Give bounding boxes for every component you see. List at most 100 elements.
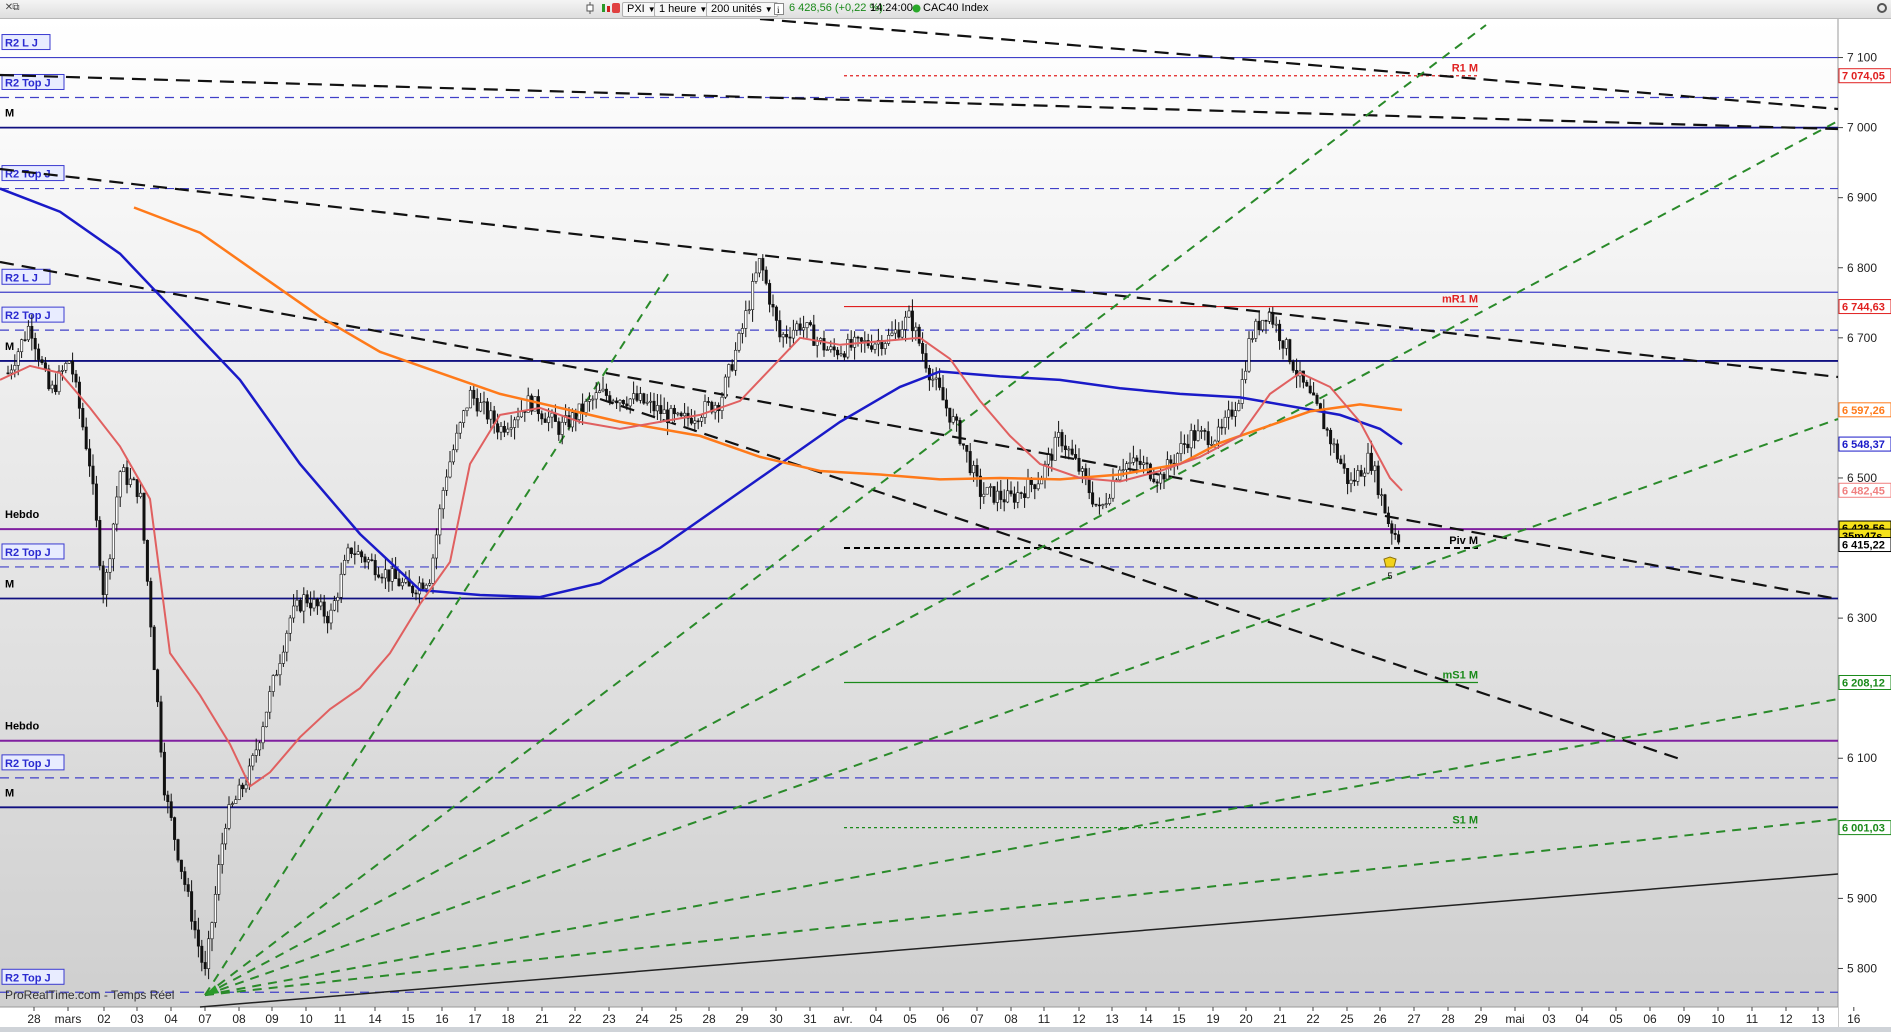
- svg-text:6 744,63: 6 744,63: [1842, 302, 1885, 314]
- svg-text:Hebdo: Hebdo: [5, 509, 40, 521]
- x-tick-label: 30: [769, 1012, 783, 1026]
- candle: [992, 486, 996, 505]
- svg-text:R2 L J: R2 L J: [5, 38, 38, 50]
- level-label: M: [5, 787, 14, 799]
- x-tick-label: 15: [401, 1012, 415, 1026]
- candle: [1376, 460, 1380, 499]
- x-tick-label: 02: [97, 1012, 111, 1026]
- candle: [985, 486, 989, 495]
- x-tick-label: 13: [1105, 1012, 1119, 1026]
- price-tag: 6 597,26: [1838, 402, 1891, 418]
- x-tick-label: 24: [635, 1012, 649, 1026]
- candle: [1148, 462, 1152, 482]
- x-tick-label: 27: [1407, 1012, 1421, 1026]
- x-tick-label: 12: [1072, 1012, 1086, 1026]
- x-tick-label: 31: [803, 1012, 817, 1026]
- y-tick-label: 6 100: [1847, 751, 1877, 765]
- x-tick-label: 06: [936, 1012, 950, 1026]
- candle: [159, 695, 163, 758]
- x-tick-label: 03: [130, 1012, 144, 1026]
- svg-text:6 597,26: 6 597,26: [1842, 405, 1885, 417]
- svg-text:7 074,05: 7 074,05: [1842, 71, 1885, 83]
- candle: [142, 492, 146, 544]
- svg-text:M: M: [5, 108, 14, 120]
- x-tick-label: 09: [265, 1012, 279, 1026]
- info-icon[interactable]: i: [774, 3, 784, 16]
- x-tick-label: 05: [903, 1012, 917, 1026]
- x-tick-label: 13: [1811, 1012, 1825, 1026]
- price-tag: 6 482,45: [1838, 482, 1891, 498]
- svg-text:R2 Top J: R2 Top J: [5, 972, 51, 984]
- level-label: R2 Top J: [1, 543, 65, 560]
- price-chart[interactable]: 28 mars 02 03 04 07 08 09 10 11 14 15 16 17 18 21 22 23 24…: [0, 19, 1891, 1027]
- x-tick-label: 11: [1038, 1012, 1051, 1026]
- instrument-name: CAC40 Index: [923, 2, 989, 14]
- svg-text:6 208,12: 6 208,12: [1842, 677, 1885, 689]
- x-tick-label: 26: [1373, 1012, 1387, 1026]
- pivot-label: mS1 M: [1443, 669, 1478, 681]
- price-tag: 6 548,37: [1838, 436, 1891, 452]
- x-tick-label: 17: [468, 1012, 482, 1026]
- pivot-label: S1 M: [1452, 815, 1478, 827]
- x-tick-label: 28: [702, 1012, 716, 1026]
- y-tick-label: 7 000: [1847, 121, 1877, 135]
- pivot-label: mR1 M: [1442, 294, 1478, 306]
- level-label: R2 L J: [1, 34, 51, 51]
- chart-toolbar: ✕ ⧉ PXI ▼ 1 heure ▼ 200 unités ▼ i 6 428,56…: [0, 0, 1891, 19]
- svg-text:R2 Top J: R2 Top J: [5, 77, 51, 89]
- quote-text: 6 428,56 (+0,22 %): [789, 2, 883, 14]
- candle: [723, 374, 727, 400]
- level-label: R2 Top J: [1, 754, 65, 771]
- level-label: Hebdo: [5, 721, 40, 733]
- y-tick-label: 5 800: [1847, 961, 1877, 975]
- x-tick-label: mars: [55, 1012, 82, 1026]
- svg-text:5: 5: [1387, 571, 1392, 581]
- x-tick-label: 10: [1711, 1012, 1725, 1026]
- candle: [47, 364, 51, 391]
- x-tick-label: 03: [1542, 1012, 1556, 1026]
- color-icon[interactable]: [610, 1, 622, 14]
- y-tick-label: 7 100: [1847, 51, 1877, 65]
- svg-text:M: M: [5, 787, 14, 799]
- candle: [642, 392, 646, 405]
- level-label: M: [5, 341, 14, 353]
- timeframe-select[interactable]: 1 heure ▼: [654, 2, 713, 17]
- candle: [917, 324, 921, 347]
- x-tick-label: 28: [27, 1012, 41, 1026]
- candlestick-icon[interactable]: [584, 1, 596, 14]
- x-tick-label: 29: [735, 1012, 749, 1026]
- price-tag: 6 415,22: [1838, 537, 1891, 553]
- x-tick-label: 21: [1273, 1012, 1287, 1026]
- svg-text:R2 Top J: R2 Top J: [5, 310, 51, 322]
- x-tick-label: 09: [1677, 1012, 1691, 1026]
- x-tick-label: 04: [164, 1012, 178, 1026]
- level-label: R2 Top J: [1, 968, 65, 985]
- level-label: M: [5, 578, 14, 590]
- x-tick-label: 14: [1139, 1012, 1153, 1026]
- candle: [710, 400, 714, 415]
- status-dot-icon: [912, 4, 921, 17]
- y-tick-label: 6 300: [1847, 611, 1877, 625]
- price-tag: 6 744,63: [1838, 299, 1891, 315]
- x-tick-label: 11: [334, 1012, 347, 1026]
- footer-bar: [0, 1027, 1891, 1032]
- watermark-text: ProRealTime.com - Temps Réel: [5, 988, 174, 1002]
- x-tick-label: 07: [198, 1012, 212, 1026]
- x-tick-label: 04: [1575, 1012, 1589, 1026]
- restore-icon[interactable]: ⧉: [10, 2, 22, 14]
- level-label: R2 Top J: [1, 306, 65, 323]
- x-tick-label: mai: [1505, 1012, 1524, 1026]
- level-label: Hebdo: [5, 509, 40, 521]
- svg-text:M: M: [5, 341, 14, 353]
- y-tick-label: 6 900: [1847, 191, 1877, 205]
- units-select[interactable]: 200 unités ▼: [706, 2, 778, 17]
- candle: [145, 539, 149, 586]
- x-tick-label: 12: [1779, 1012, 1793, 1026]
- price-tag: 6 001,03: [1838, 820, 1891, 836]
- pivot-label: R1 M: [1452, 63, 1478, 75]
- settings-icon[interactable]: [1876, 1, 1888, 14]
- candle: [1383, 493, 1387, 514]
- x-tick-label: 18: [501, 1012, 515, 1026]
- svg-text:M: M: [5, 578, 14, 590]
- price-tag: 7 074,05: [1838, 68, 1891, 84]
